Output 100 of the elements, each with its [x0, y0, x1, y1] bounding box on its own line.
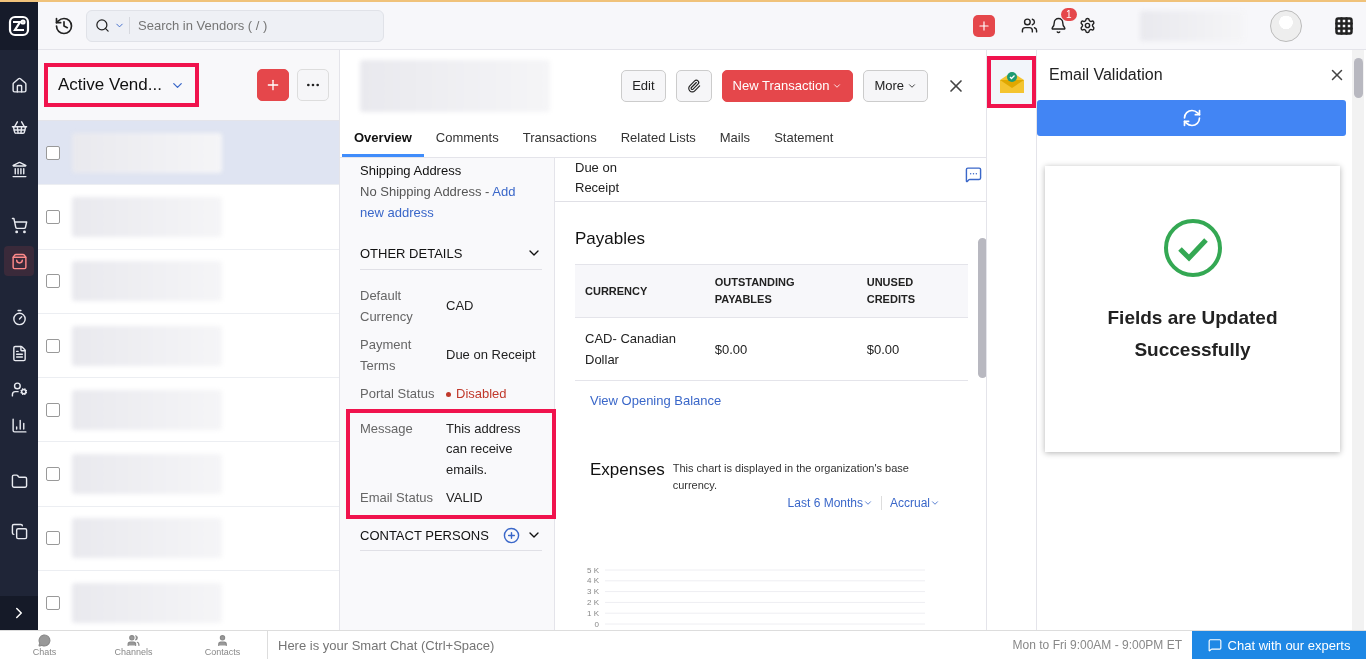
edit-button[interactable]: Edit	[621, 69, 666, 102]
add-button[interactable]	[973, 14, 995, 37]
scrollbar-thumb[interactable]	[977, 238, 986, 378]
document-icon	[10, 344, 28, 362]
success-message: Fields are Updated Successfully	[1106, 306, 1279, 362]
mail-extension-button[interactable]	[987, 56, 1036, 108]
comment-icon[interactable]	[965, 166, 982, 183]
table-cell: CAD- Canadian Dollar	[575, 317, 705, 381]
field-value: CAD	[446, 297, 475, 316]
support-hours: Mon to Fri 9:00AM - 9:00PM ET	[1011, 638, 1183, 652]
home-icon	[10, 76, 28, 94]
search-icon	[95, 18, 110, 33]
checkbox[interactable]	[46, 402, 60, 417]
checkbox[interactable]	[46, 595, 60, 610]
sidebar-item[interactable]	[4, 246, 34, 276]
checkbox[interactable]	[46, 145, 60, 160]
filter-dropdown[interactable]: Last 6 Months	[779, 496, 881, 510]
cart-icon	[10, 216, 28, 234]
chat-bubble-icon	[38, 633, 51, 647]
field-label: Message	[360, 419, 414, 438]
field-value: Due on Receipt	[446, 346, 537, 365]
plus-icon	[265, 77, 281, 93]
tab[interactable]: Transactions	[510, 121, 609, 157]
section-title: Expenses	[590, 460, 665, 480]
refresh-icon	[1181, 108, 1202, 128]
history-button[interactable]	[54, 15, 74, 36]
notifications-button[interactable]	[1050, 17, 1067, 34]
search-bar[interactable]: Search in Vendors ( / )	[86, 9, 384, 42]
add-address-link[interactable]: new address	[360, 205, 434, 220]
expand-button[interactable]	[0, 596, 38, 630]
bottom-tab[interactable]: Channels	[89, 631, 178, 659]
opening-balance-link[interactable]: View Opening Balance	[590, 393, 968, 408]
tab[interactable]: Mails	[707, 121, 763, 157]
tab[interactable]: Statement	[762, 121, 846, 157]
checkbox[interactable]	[46, 531, 60, 546]
settings-icon	[1079, 17, 1096, 34]
column-header: OUTSTANDING PAYABLES	[704, 264, 857, 318]
attach-button[interactable]	[675, 69, 712, 102]
column-header: CURRENCY	[575, 264, 705, 318]
folder-icon	[10, 472, 28, 490]
address-text: No Shipping Address - Add	[360, 183, 517, 201]
axis-tick-label: 5 K	[587, 565, 599, 575]
axis-tick-label: 4 K	[587, 576, 599, 586]
more-button[interactable]: More	[863, 69, 928, 102]
table-cell: $0.00	[856, 317, 968, 381]
axis-tick-label: 3 K	[587, 587, 599, 597]
checkbox[interactable]	[46, 209, 60, 224]
settings-button[interactable]	[1079, 17, 1096, 34]
section-header[interactable]: CONTACT PERSONS	[360, 518, 542, 551]
plus-icon	[977, 18, 991, 33]
tab[interactable]: Comments	[423, 121, 511, 157]
users-button[interactable]	[1021, 17, 1038, 34]
notification-badge: 1	[1061, 8, 1077, 21]
new-transaction-button[interactable]: New Transaction	[721, 69, 854, 102]
add-address-link[interactable]: Add	[492, 184, 516, 199]
tab[interactable]: Related Lists	[608, 121, 708, 157]
bank-icon	[10, 160, 28, 178]
field-value: This address can receive emails.	[446, 419, 522, 479]
field-label: Portal Status	[360, 385, 436, 403]
column-header: UNUSED CREDITS	[856, 264, 968, 318]
field-value: Due on Receipt	[575, 159, 621, 197]
chat-button[interactable]: Chat with our experts	[1192, 631, 1366, 659]
apps-button[interactable]	[1334, 15, 1354, 36]
user-gear-icon	[10, 380, 28, 398]
axis-tick-label: 0	[594, 619, 599, 629]
filter-dropdown[interactable]: Accrual	[881, 496, 948, 510]
field-label: Payment Terms	[360, 336, 413, 375]
caret-icon	[863, 498, 873, 508]
field-label: Email Status	[360, 489, 434, 507]
axis-tick-label: 2 K	[587, 597, 599, 607]
section-title: CONTACT PERSONS	[360, 527, 489, 543]
grid-icon	[1334, 15, 1354, 36]
section-title: Payables	[575, 229, 646, 249]
field-value: Disabled	[446, 384, 538, 405]
new-vendor-button[interactable]	[257, 69, 289, 101]
section-header[interactable]: OTHER DETAILS	[360, 223, 542, 270]
bottom-tab[interactable]: Chats	[0, 631, 89, 659]
chat-icon	[1207, 638, 1222, 652]
scrollbar-thumb[interactable]	[1353, 58, 1363, 98]
basket-icon	[10, 118, 28, 136]
checkbox[interactable]	[46, 467, 60, 482]
logo-icon[interactable]	[7, 14, 31, 38]
checkbox[interactable]	[46, 274, 60, 289]
search-field[interactable]: Search in Vendors ( / )	[129, 17, 375, 34]
add-contact-icon[interactable]	[503, 526, 520, 544]
field-label: Default Currency	[360, 287, 414, 326]
history-icon	[54, 15, 74, 36]
timer-icon	[10, 308, 28, 326]
paperclip-icon	[686, 78, 701, 93]
bar-chart-icon	[10, 416, 28, 434]
bottom-tab[interactable]: Contacts	[178, 631, 267, 659]
section-title: OTHER DETAILS	[360, 245, 463, 261]
table-cell: $0.00	[704, 317, 857, 381]
axis-tick-label: 1 K	[587, 608, 599, 618]
checkbox[interactable]	[46, 338, 60, 353]
bag-icon	[10, 252, 28, 270]
user-icon	[216, 633, 229, 647]
users-icon	[1021, 17, 1038, 34]
chart-note: This chart is displayed in the organization's base currency.	[672, 461, 910, 493]
caret-icon	[930, 498, 940, 508]
